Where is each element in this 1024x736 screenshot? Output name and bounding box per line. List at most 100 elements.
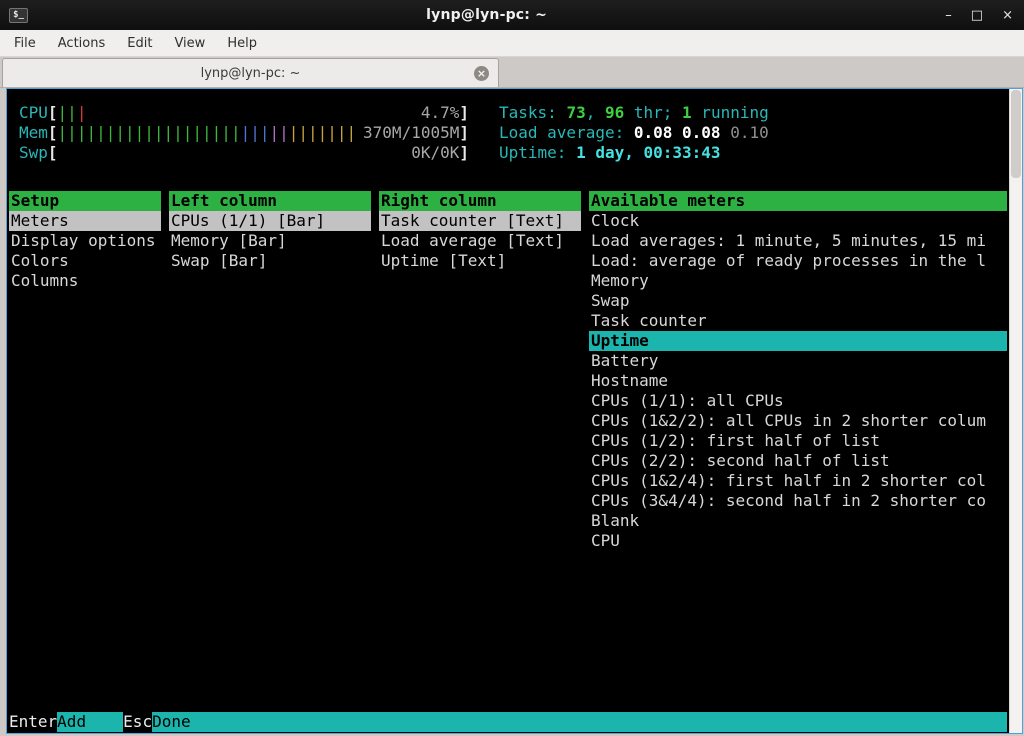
- terminal-icon: $_: [9, 8, 28, 23]
- panel-item-swap[interactable]: Swap: [589, 291, 1007, 311]
- fn-label-add[interactable]: Add: [57, 712, 123, 732]
- panel-item-blank[interactable]: Blank: [589, 511, 1007, 531]
- panel-item-load-averages-1-minute-5-minut[interactable]: Load averages: 1 minute, 5 minutes, 15 m…: [589, 231, 1007, 251]
- meter-bracket-close: ]: [459, 123, 469, 143]
- panel-item-uptime[interactable]: Uptime: [589, 331, 1007, 351]
- menu-item-file[interactable]: File: [4, 33, 46, 54]
- tasks-stat: Tasks: 73, 96 thr; 1 running: [499, 103, 769, 123]
- panel-item-swap-bar[interactable]: Swap [Bar]: [169, 251, 371, 271]
- fn-key-enter[interactable]: Enter: [9, 712, 57, 732]
- stat-label: Load average:: [499, 123, 634, 142]
- panel-item-cpu[interactable]: CPU: [589, 531, 1007, 551]
- fn-label-done[interactable]: Done: [152, 712, 1007, 732]
- meter-bar-segment: |||: [241, 123, 270, 142]
- window-title: lynp@lyn-pc: ~: [28, 7, 945, 23]
- stat-value: 0.08: [682, 123, 730, 142]
- terminal-area: CPU[|||4.7%] Tasks: 73, 96 thr; 1 runnin…: [0, 88, 1024, 736]
- panel-item-uptime-text[interactable]: Uptime [Text]: [379, 251, 581, 271]
- maximize-button[interactable]: □: [971, 9, 983, 22]
- setup-panel-left-column: Left columnCPUs (1/1) [Bar]Memory [Bar]S…: [169, 191, 371, 271]
- setup-panel-available-meters: Available metersClockLoad averages: 1 mi…: [589, 191, 1007, 551]
- panel-header-right-column: Right column: [379, 191, 581, 211]
- meter-body: |||4.7%: [58, 103, 460, 123]
- panel-item-cpus-3-4-4-second-half-in-2-sh[interactable]: CPUs (3&4/4): second half in 2 shorter c…: [589, 491, 1007, 511]
- panel-item-cpus-1-1-all-cpus[interactable]: CPUs (1/1): all CPUs: [589, 391, 1007, 411]
- panel-header-setup: Setup: [9, 191, 161, 211]
- panel-item-clock[interactable]: Clock: [589, 211, 1007, 231]
- terminal-window: $_ lynp@lyn-pc: ~ – □ × FileActionsEditV…: [0, 0, 1024, 736]
- stat-value: 96: [605, 103, 624, 122]
- panel-item-colors[interactable]: Colors: [9, 251, 161, 271]
- close-icon[interactable]: ×: [474, 66, 489, 81]
- menu-item-edit[interactable]: Edit: [117, 33, 162, 54]
- mem-meter: Mem[|||||||||||||||||||||||||||||||370M/…: [19, 123, 469, 143]
- meter-bars: [58, 143, 412, 163]
- meter-label: Swp: [19, 143, 48, 163]
- minimize-button[interactable]: –: [945, 9, 952, 22]
- load-average-stat: Load average: 0.08 0.08 0.10: [499, 123, 769, 143]
- fn-key-esc[interactable]: Esc: [123, 712, 152, 732]
- swp-meter: Swp[0K/0K]: [19, 143, 469, 163]
- stat-value: 0.08: [634, 123, 682, 142]
- uptime-stat: Uptime: 1 day, 00:33:43: [499, 143, 721, 163]
- stat-value: 1 day, 00:33:43: [576, 143, 721, 162]
- cpu-meter: CPU[|||4.7%]: [19, 103, 469, 123]
- terminal-tab[interactable]: lynp@lyn-pc: ~ ×: [2, 58, 499, 87]
- panel-item-task-counter-text[interactable]: Task counter [Text]: [379, 211, 581, 231]
- meter-body: 0K/0K: [58, 143, 460, 163]
- meter-value: 4.7%: [421, 103, 460, 123]
- stat-label: Uptime:: [499, 143, 576, 162]
- terminal-scrollbar[interactable]: [1009, 89, 1022, 733]
- menu-item-view[interactable]: View: [164, 33, 215, 54]
- titlebar: $_ lynp@lyn-pc: ~ – □ ×: [0, 0, 1024, 30]
- stat-value: running: [692, 103, 769, 122]
- scrollbar-thumb[interactable]: [1011, 90, 1021, 178]
- meter-label: Mem: [19, 123, 48, 143]
- stat-value: 73: [566, 103, 585, 122]
- panel-item-load-average-of-ready-processe[interactable]: Load: average of ready processes in the …: [589, 251, 1007, 271]
- meter-bracket-open: [: [48, 143, 58, 163]
- panel-header-left-column: Left column: [169, 191, 371, 211]
- menubar: FileActionsEditViewHelp: [0, 30, 1024, 57]
- meter-bracket-close: ]: [459, 143, 469, 163]
- meter-bracket-open: [: [48, 123, 58, 143]
- meter-bars: |||||||||||||||||||||||||||||||: [58, 123, 363, 143]
- terminal-content: CPU[|||4.7%] Tasks: 73, 96 thr; 1 runnin…: [7, 89, 1009, 733]
- panel-item-cpus-1-2-4-first-half-in-2-sho[interactable]: CPUs (1&2/4): first half in 2 shorter co…: [589, 471, 1007, 491]
- stat-value: 1: [682, 103, 692, 122]
- header-row-cpu: CPU[|||4.7%] Tasks: 73, 96 thr; 1 runnin…: [19, 103, 1007, 123]
- panel-item-hostname[interactable]: Hostname: [589, 371, 1007, 391]
- stat-label: Tasks:: [499, 103, 566, 122]
- panel-item-display-options[interactable]: Display options: [9, 231, 161, 251]
- setup-panels: SetupMetersDisplay optionsColorsColumns L…: [9, 191, 1007, 551]
- panel-item-task-counter[interactable]: Task counter: [589, 311, 1007, 331]
- panel-item-load-average-text[interactable]: Load average [Text]: [379, 231, 581, 251]
- meter-body: |||||||||||||||||||||||||||||||370M/1005…: [58, 123, 460, 143]
- meter-bar-segment: |: [77, 103, 87, 122]
- panel-item-memory[interactable]: Memory: [589, 271, 1007, 291]
- menu-item-help[interactable]: Help: [217, 33, 267, 54]
- setup-panel-right-column: Right columnTask counter [Text]Load aver…: [379, 191, 581, 271]
- meter-bracket-open: [: [48, 103, 58, 123]
- menu-item-actions[interactable]: Actions: [48, 33, 116, 54]
- panel-item-battery[interactable]: Battery: [589, 351, 1007, 371]
- panel-item-columns[interactable]: Columns: [9, 271, 161, 291]
- panel-header-available-meters: Available meters: [589, 191, 1007, 211]
- meter-value: 370M/1005M: [363, 123, 459, 143]
- panel-item-meters[interactable]: Meters: [9, 211, 161, 231]
- meter-value: 0K/0K: [411, 143, 459, 163]
- panel-item-cpus-1-2-first-half-of-list[interactable]: CPUs (1/2): first half of list: [589, 431, 1007, 451]
- meter-label: CPU: [19, 103, 48, 123]
- tabbar: lynp@lyn-pc: ~ ×: [0, 57, 1024, 88]
- spacer: [9, 163, 1007, 191]
- header-row-mem: Mem[|||||||||||||||||||||||||||||||370M/…: [19, 123, 1007, 143]
- stat-value: 0.10: [730, 123, 769, 142]
- close-button[interactable]: ×: [1002, 9, 1013, 22]
- panel-item-memory-bar[interactable]: Memory [Bar]: [169, 231, 371, 251]
- header-row-swp: Swp[0K/0K] Uptime: 1 day, 00:33:43: [19, 143, 1007, 163]
- window-controls: – □ ×: [945, 9, 1015, 22]
- meter-bars: |||: [58, 103, 421, 123]
- panel-item-cpus-2-2-second-half-of-list[interactable]: CPUs (2/2): second half of list: [589, 451, 1007, 471]
- panel-item-cpus-1-1-bar[interactable]: CPUs (1/1) [Bar]: [169, 211, 371, 231]
- panel-item-cpus-1-2-2-all-cpus-in-2-short[interactable]: CPUs (1&2/2): all CPUs in 2 shorter colu…: [589, 411, 1007, 431]
